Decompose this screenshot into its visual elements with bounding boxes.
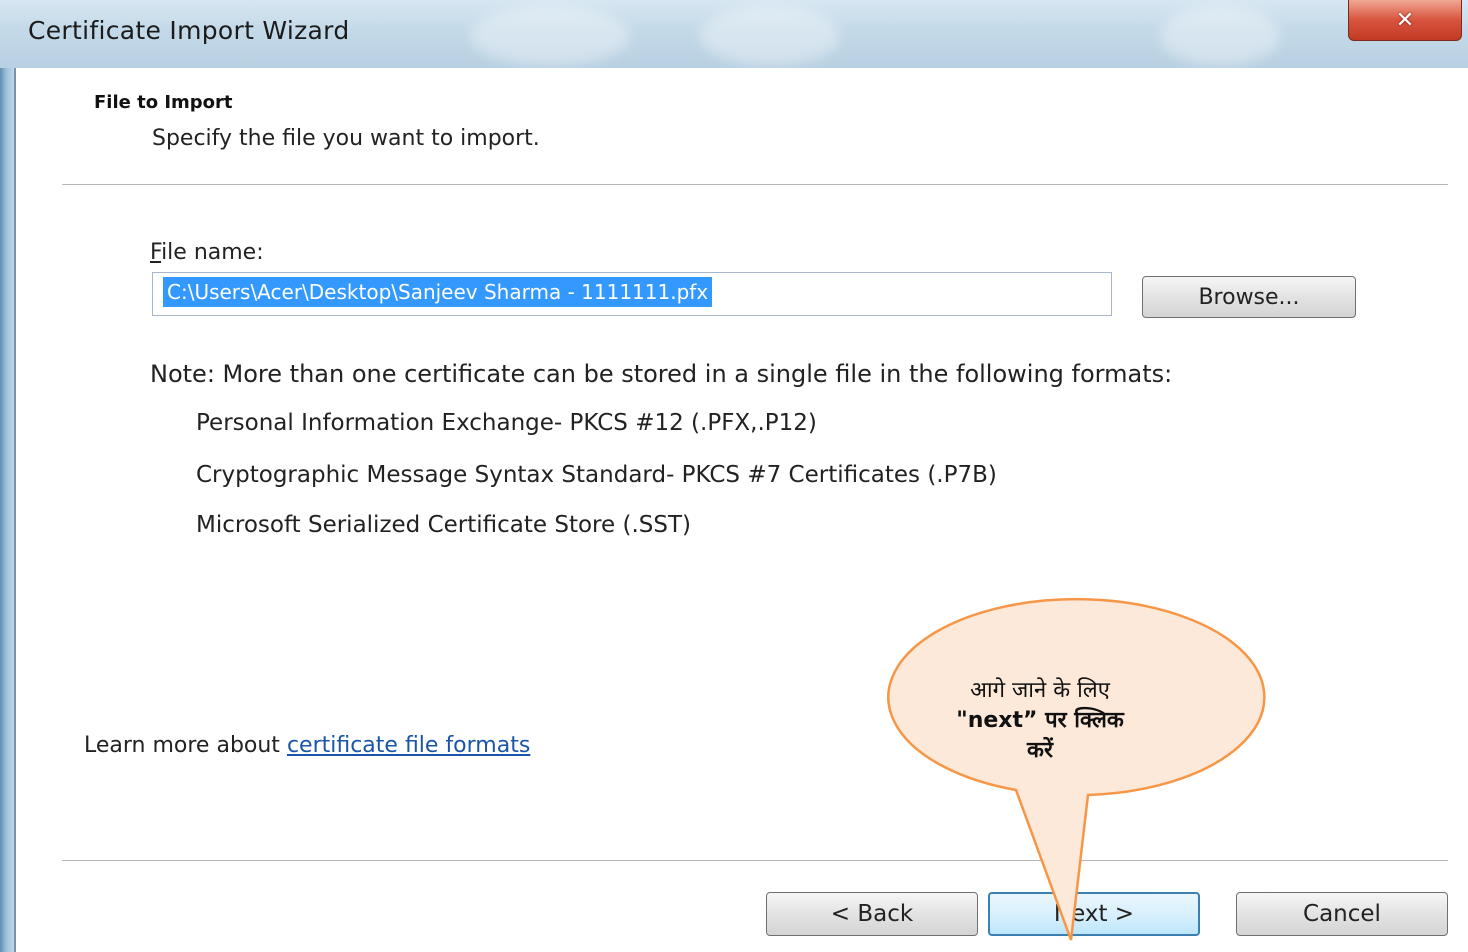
wizard-client-area	[16, 68, 1468, 952]
file-name-label-mnemonic: F	[150, 240, 162, 265]
footer-separator	[62, 860, 1448, 862]
format-sst: Microsoft Serialized Certificate Store (…	[196, 512, 691, 538]
close-icon: ✕	[1395, 7, 1415, 33]
callout-line-3: करें	[1027, 738, 1053, 763]
callout-line-1: आगे जाने के लिए	[970, 678, 1110, 703]
title-bar[interactable]: Certificate Import Wizard ✕	[0, 0, 1468, 68]
format-p7b: Cryptographic Message Syntax Standard- P…	[196, 462, 997, 488]
learn-more-text: Learn more about	[84, 733, 287, 758]
format-pfx: Personal Information Exchange- PKCS #12 …	[196, 410, 817, 436]
page-title: File to Import	[94, 92, 233, 113]
page-subtitle: Specify the file you want to import.	[152, 126, 540, 151]
file-name-label: File name:	[150, 240, 264, 265]
title-bar-glow	[1160, 6, 1280, 66]
learn-more: Learn more about certificate file format…	[84, 733, 530, 758]
header-separator	[62, 184, 1448, 186]
back-button[interactable]: < Back	[766, 892, 978, 936]
window-title: Certificate Import Wizard	[28, 16, 350, 45]
formats-note: Note: More than one certificate can be s…	[150, 360, 1173, 388]
next-button[interactable]: Next >	[988, 892, 1200, 936]
callout-line-2: "next” पर क्लिक	[956, 708, 1124, 733]
file-name-input[interactable]: C:\Users\Acer\Desktop\Sanjeev Sharma - 1…	[152, 272, 1112, 316]
cancel-button[interactable]: Cancel	[1236, 892, 1448, 936]
title-bar-glow	[470, 6, 630, 66]
title-bar-glow	[700, 6, 840, 66]
certificate-file-formats-link[interactable]: certificate file formats	[287, 733, 530, 758]
file-name-label-text: ile name:	[161, 240, 264, 265]
file-name-value: C:\Users\Acer\Desktop\Sanjeev Sharma - 1…	[163, 277, 713, 307]
window-left-border	[0, 0, 16, 952]
browse-button[interactable]: Browse...	[1142, 276, 1356, 318]
certificate-import-wizard-window: Certificate Import Wizard ✕ File to Impo…	[0, 0, 1468, 952]
callout-text: आगे जाने के लिए "next” पर क्लिक करें	[900, 676, 1180, 766]
close-button[interactable]: ✕	[1348, 0, 1462, 41]
